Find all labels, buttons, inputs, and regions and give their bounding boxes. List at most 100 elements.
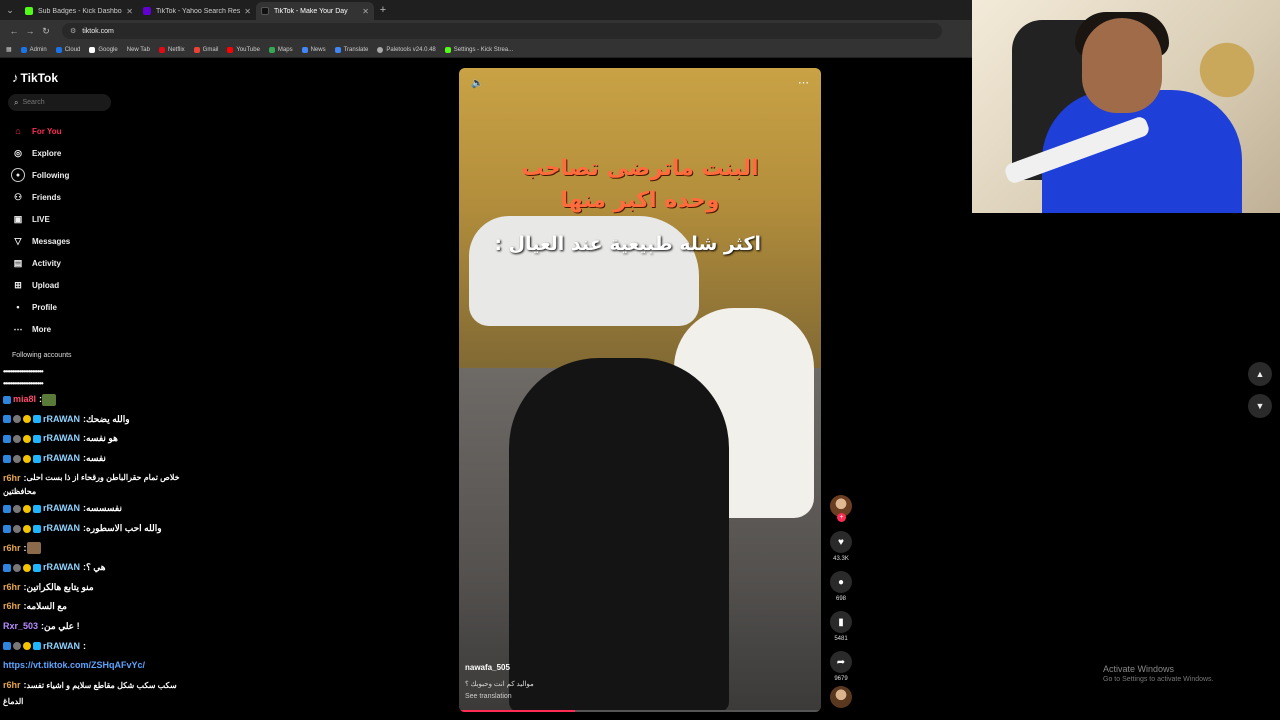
comment-count: 698 [835,596,846,602]
save-action[interactable]: ▮ 5481 [830,611,852,642]
following-icon: ● [11,168,25,182]
chat-line: الدماغ [3,697,24,707]
avatar-badge-icon [13,642,21,651]
forward-icon[interactable]: → [22,26,38,36]
badge-icon [3,434,11,443]
badge-icon [3,454,11,463]
sidebar-item-following[interactable]: ● Following [11,164,70,186]
chat-line: rRAWAN: نفسه [3,449,253,469]
tab-title: Sub Badges - Kick Dashboard [38,7,122,15]
sidebar-item-for-you[interactable]: ⌂ For You [11,120,70,142]
url-field[interactable]: ⚙ tiktok.com [62,23,942,39]
chat-line: rRAWAN: [3,637,253,657]
activate-title: Activate Windows [1103,664,1175,674]
volume-icon[interactable]: 🔈 [471,78,483,89]
badge-icon [3,563,11,572]
video-player[interactable]: البنت ماترضى تصاحب وحده اكبر منها اكثر ش… [459,68,821,712]
compass-icon: ◎ [14,147,22,158]
bookmark-youtube[interactable]: YouTube [227,46,260,53]
see-translation-link[interactable]: See translation [465,693,512,700]
bookmark-new-tab[interactable]: New Tab [127,47,150,53]
share-action[interactable]: ➦ 9679 [830,651,852,682]
sidebar-menu: ⌂ For You ◎ Explore ● Following ⚇ Friends ▣ L… [11,120,70,340]
site-info-icon[interactable]: ⚙ [70,27,76,35]
new-tab-button[interactable]: + [374,4,392,16]
sidebar-item-activity[interactable]: ▤ Activity [11,252,70,274]
yahoo-favicon-icon [143,7,151,15]
bookmark-admin[interactable]: Admin [20,46,47,53]
sub-badge-icon [33,434,41,443]
bookmark-icon [20,46,27,53]
bookmark-maps[interactable]: Maps [268,46,293,53]
sidebar-item-explore[interactable]: ◎ Explore [11,142,70,164]
sub-badge-icon [33,524,41,533]
search-input[interactable]: ⌕ Search [8,94,111,111]
close-tab-icon[interactable]: ✕ [362,7,369,16]
tab-kick-dashboard[interactable]: Sub Badges - Kick Dashboard ✕ [20,2,138,20]
badge-icon [3,524,11,533]
bookmark-cloud[interactable]: Cloud [55,46,80,53]
close-tab-icon[interactable]: ✕ [244,7,251,16]
bookmark-icon [55,46,62,53]
sidebar-item-live[interactable]: ▣ LIVE [11,208,70,230]
sidebar-item-profile[interactable]: • Profile [11,296,70,318]
chat-line: rRAWAN: والله احب الاسطوره [3,519,253,539]
chevron-down-icon: ▼ [1255,401,1265,411]
bookmark-icon[interactable]: ▮ [830,611,852,633]
bookmark-google[interactable]: Google [89,46,118,53]
bookmark-kick-settings[interactable]: Settings - Kick Strea... [444,46,513,53]
apps-icon[interactable]: ▦ [6,46,12,53]
previous-video-button[interactable]: ▲ [1248,362,1272,386]
comment-icon[interactable]: ● [830,571,852,593]
gift-badge-icon [23,454,31,463]
sound-avatar[interactable] [830,686,852,708]
video-caption-line2: وحده اكبر منها [560,188,720,213]
share-icon[interactable]: ➦ [830,651,852,673]
tab-search-icon[interactable]: ⌄ [0,0,20,20]
tiktok-logo[interactable]: ♪ TikTok [12,70,58,85]
back-icon[interactable]: ← [6,26,22,36]
chat-line: rRAWAN: هو نفسه [3,429,253,449]
chat-line: mia8l: [3,390,253,410]
bookmark-gmail[interactable]: Gmail [193,46,218,53]
bookmark-netflix[interactable]: Netflix [158,46,185,53]
next-video-button[interactable]: ▼ [1248,394,1272,418]
reload-icon[interactable]: ↻ [38,26,54,37]
sidebar-item-more[interactable]: ⋯ More [11,318,70,340]
chat-line: •••••••••••••••••••••• [3,379,44,388]
gift-badge-icon [23,505,31,514]
follow-plus-icon[interactable]: + [837,513,846,522]
gift-badge-icon [23,524,31,533]
more-options-icon[interactable]: ⋯ [798,76,809,89]
video-description: مواليد كم انت وحبوبك ؟ [465,681,534,688]
close-tab-icon[interactable]: ✕ [126,7,133,16]
bookmark-icon [444,46,451,53]
badge-icon [3,395,11,404]
avatar-badge-icon [13,454,21,463]
bookmark-news[interactable]: News [301,46,326,53]
bookmark-paletools[interactable]: Paletools v24.0.48 [377,46,436,53]
tiktok-favicon-icon [261,7,269,15]
live-icon: ▣ [13,213,23,224]
gift-badge-icon [23,563,31,572]
sidebar-item-upload[interactable]: ⊞ Upload [11,274,70,296]
video-progress-bar[interactable] [459,710,821,712]
sub-badge-icon [33,454,41,463]
video-username[interactable]: nawafa_505 [465,663,510,672]
comment-action[interactable]: ● 698 [830,571,852,602]
video-person-black [509,358,729,712]
sidebar-item-friends[interactable]: ⚇ Friends [11,186,70,208]
like-action[interactable]: ♥ 43.3K [830,531,852,562]
chat-link[interactable]: https://vt.tiktok.com/ZSHqAFvYc/ [3,656,145,676]
sidebar-item-messages[interactable]: ▽ Messages [11,230,71,252]
sub-badge-icon [33,415,41,424]
creator-avatar[interactable]: + [830,495,852,522]
tab-yahoo-search[interactable]: TikTok - Yahoo Search Results ✕ [138,2,256,20]
video-caption-line1: البنت ماترضى تصاحب [521,156,759,181]
heart-icon[interactable]: ♥ [830,531,852,553]
sub-badge-icon [33,642,41,651]
bookmark-icon [334,46,341,53]
webcam-face [1082,18,1162,113]
tab-tiktok[interactable]: TikTok - Make Your Day ✕ [256,2,374,20]
bookmark-translate[interactable]: Translate [334,46,368,53]
